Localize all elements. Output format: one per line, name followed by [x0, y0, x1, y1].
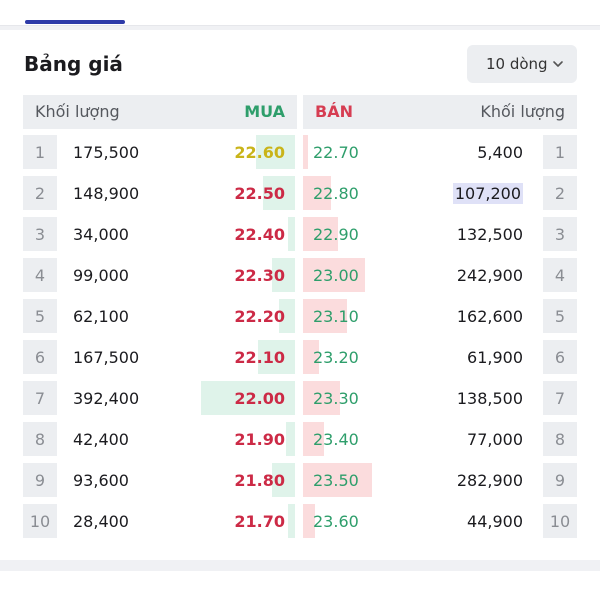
bid-level-index: 5 [23, 299, 57, 333]
ask-level-index: 1 [543, 135, 577, 169]
ask-volume[interactable]: 77,000 [467, 430, 523, 449]
bid-level-index: 2 [23, 176, 57, 210]
buy-header: MUA [244, 102, 285, 121]
ask-level-index: 9 [543, 463, 577, 497]
bid-price[interactable]: 22.40 [234, 225, 285, 244]
ask-volume[interactable]: 132,500 [457, 225, 523, 244]
top-tab-bar [0, 0, 600, 26]
buy-volume-header: Khối lượng [35, 102, 120, 121]
bid-volume[interactable]: 99,000 [73, 266, 129, 285]
bid-level-index: 1 [23, 135, 57, 169]
bid-level-index: 4 [23, 258, 57, 292]
orderbook-row[interactable]: 2 148,900 22.50 22.80 107,200 2 [23, 176, 577, 210]
ask-level-index: 3 [543, 217, 577, 251]
ask-level-index: 2 [543, 176, 577, 210]
ask-level-index: 7 [543, 381, 577, 415]
ask-price[interactable]: 23.60 [313, 512, 359, 531]
ask-price[interactable]: 23.30 [313, 389, 359, 408]
ask-volume[interactable]: 107,200 [452, 183, 523, 204]
orderbook-header: Khối lượng MUA BÁN Khối lượng [23, 95, 577, 129]
orderbook-title: Bảng giá [24, 52, 123, 76]
buy-header-cell: Khối lượng MUA [23, 95, 297, 129]
ask-price[interactable]: 22.90 [313, 225, 359, 244]
ask-level-index: 4 [543, 258, 577, 292]
bid-price[interactable]: 21.80 [234, 471, 285, 490]
ask-volume[interactable]: 138,500 [457, 389, 523, 408]
bid-volume[interactable]: 42,400 [73, 430, 129, 449]
ask-level-index: 6 [543, 340, 577, 374]
bid-price[interactable]: 21.70 [234, 512, 285, 531]
bid-volume[interactable]: 28,400 [73, 512, 129, 531]
orderbook-row[interactable]: 6 167,500 22.10 23.20 61,900 6 [23, 340, 577, 374]
bid-level-index: 6 [23, 340, 57, 374]
bid-price[interactable]: 22.50 [234, 184, 285, 203]
ask-price[interactable]: 23.50 [313, 471, 359, 490]
ask-price[interactable]: 22.70 [313, 143, 359, 162]
bid-volume[interactable]: 392,400 [73, 389, 139, 408]
section-divider [0, 563, 600, 600]
bid-level-index: 10 [23, 504, 57, 538]
bid-volume[interactable]: 148,900 [73, 184, 139, 203]
ask-volume-bar [303, 135, 308, 169]
ask-price[interactable]: 23.10 [313, 307, 359, 326]
ask-level-index: 8 [543, 422, 577, 456]
active-tab-indicator [25, 20, 125, 24]
rows-count-dropdown[interactable]: 10 dòng [467, 45, 577, 83]
bid-price[interactable]: 22.30 [234, 266, 285, 285]
sell-header-cell: BÁN Khối lượng [303, 95, 577, 129]
bid-volume-bar [288, 217, 295, 251]
bid-volume[interactable]: 175,500 [73, 143, 139, 162]
ask-price[interactable]: 22.80 [313, 184, 359, 203]
orderbook-row[interactable]: 7 392,400 22.00 23.30 138,500 7 [23, 381, 577, 415]
orderbook-row[interactable]: 10 28,400 21.70 23.60 44,900 10 [23, 504, 577, 538]
bid-price[interactable]: 22.10 [234, 348, 285, 367]
orderbook-row[interactable]: 1 175,500 22.60 22.70 5,400 1 [23, 135, 577, 169]
ask-volume[interactable]: 5,400 [477, 143, 523, 162]
orderbook-row[interactable]: 3 34,000 22.40 22.90 132,500 3 [23, 217, 577, 251]
ask-price[interactable]: 23.20 [313, 348, 359, 367]
sell-header: BÁN [315, 102, 353, 121]
bid-volume[interactable]: 34,000 [73, 225, 129, 244]
bid-volume-bar [288, 504, 295, 538]
orderbook-row[interactable]: 4 99,000 22.30 23.00 242,900 4 [23, 258, 577, 292]
orderbook-row[interactable]: 9 93,600 21.80 23.50 282,900 9 [23, 463, 577, 497]
ask-price[interactable]: 23.40 [313, 430, 359, 449]
bid-price[interactable]: 21.90 [234, 430, 285, 449]
ask-volume[interactable]: 282,900 [457, 471, 523, 490]
bid-level-index: 7 [23, 381, 57, 415]
orderbook-row[interactable]: 8 42,400 21.90 23.40 77,000 8 [23, 422, 577, 456]
rows-count-value: 10 dòng [486, 55, 548, 73]
chevron-down-icon [553, 61, 563, 67]
ask-volume[interactable]: 44,900 [467, 512, 523, 531]
ask-volume[interactable]: 162,600 [457, 307, 523, 326]
bid-volume-bar [286, 422, 295, 456]
orderbook-card: Bảng giá 10 dòng Khối lượng MUA BÁN Khối… [0, 30, 600, 560]
ask-level-index: 10 [543, 504, 577, 538]
sell-volume-header: Khối lượng [480, 102, 565, 121]
bid-volume[interactable]: 93,600 [73, 471, 129, 490]
bid-level-index: 9 [23, 463, 57, 497]
bid-level-index: 3 [23, 217, 57, 251]
ask-price[interactable]: 23.00 [313, 266, 359, 285]
bid-price[interactable]: 22.20 [234, 307, 285, 326]
bid-volume[interactable]: 62,100 [73, 307, 129, 326]
bid-level-index: 8 [23, 422, 57, 456]
bid-price[interactable]: 22.00 [234, 389, 285, 408]
ask-level-index: 5 [543, 299, 577, 333]
ask-volume[interactable]: 242,900 [457, 266, 523, 285]
bid-volume[interactable]: 167,500 [73, 348, 139, 367]
bid-price[interactable]: 22.60 [234, 143, 285, 162]
orderbook-row[interactable]: 5 62,100 22.20 23.10 162,600 5 [23, 299, 577, 333]
ask-volume[interactable]: 61,900 [467, 348, 523, 367]
